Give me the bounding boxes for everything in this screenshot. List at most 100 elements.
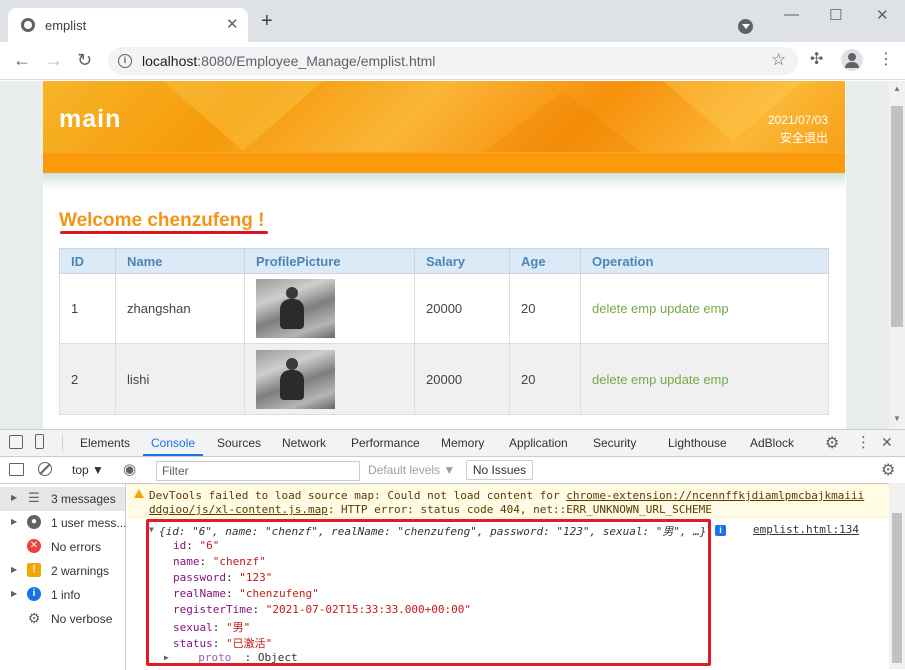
cell-name: lishi xyxy=(115,343,245,415)
browser-tab[interactable]: emplist ✕ xyxy=(8,8,248,42)
delete-emp-link[interactable]: delete emp xyxy=(592,372,656,387)
collapse-arrow-icon[interactable]: ▼ xyxy=(149,525,154,534)
close-devtools-icon[interactable]: ✕ xyxy=(881,434,893,451)
object-summary[interactable]: {id: "6", name: "chenzf", realName: "che… xyxy=(159,523,706,539)
welcome-underline-annotation xyxy=(60,231,268,234)
eye-icon[interactable]: ◉ xyxy=(123,460,136,478)
settings-gear-icon[interactable]: ⚙ xyxy=(825,433,839,453)
close-window-button[interactable]: ✕ xyxy=(876,6,889,24)
tab-network[interactable]: Network xyxy=(282,436,326,450)
cell-profile-picture xyxy=(244,343,415,415)
device-toolbar-icon[interactable] xyxy=(35,434,44,449)
page-scrollbar[interactable]: ▲ ▼ xyxy=(889,81,905,429)
object-property: registerTime: "2021-07-02T15:33:33.000+0… xyxy=(173,603,472,616)
object-proto[interactable]: __proto__: Object xyxy=(185,651,298,664)
delete-emp-link[interactable]: delete emp xyxy=(592,301,656,316)
sidebar-item-messages[interactable]: ▶ ☰ 3 messages xyxy=(0,487,125,511)
source-map-link[interactable]: ddgioo/js/xl-content.js.map xyxy=(149,503,328,516)
tab-strip: emplist ✕ + — ☐ ✕ xyxy=(0,0,905,42)
tab-console[interactable]: Console xyxy=(151,436,195,450)
tab-adblock[interactable]: AdBlock xyxy=(750,436,794,450)
bookmark-star-icon[interactable]: ☆ xyxy=(771,50,786,70)
warning-text: DevTools failed to load source map: Coul… xyxy=(149,489,567,502)
reload-icon[interactable]: ↻ xyxy=(77,50,92,70)
back-icon[interactable]: ← xyxy=(13,50,31,70)
profile-avatar-icon[interactable] xyxy=(841,49,863,71)
filter-input[interactable]: Filter xyxy=(156,461,360,481)
property-value: "6" xyxy=(199,539,220,552)
cell-salary: 20000 xyxy=(414,343,510,415)
tab-sources[interactable]: Sources xyxy=(217,436,261,450)
clear-console-icon[interactable] xyxy=(38,462,52,476)
issues-button[interactable]: No Issues xyxy=(466,460,533,480)
sidebar-item-warnings[interactable]: ▶ ! 2 warnings xyxy=(0,559,125,583)
url-path: :8080/Employee_Manage/emplist.html xyxy=(197,53,436,69)
url-text[interactable]: localhost:8080/Employee_Manage/emplist.h… xyxy=(142,53,435,69)
object-property: password: "123" xyxy=(173,571,273,584)
tab-search-icon[interactable] xyxy=(738,19,753,34)
devtools-tab-bar: Elements Console Sources Network Perform… xyxy=(0,430,905,457)
update-emp-link[interactable]: update emp xyxy=(660,372,729,387)
object-property: realName: "chenzufeng" xyxy=(173,587,319,600)
inspect-element-icon[interactable] xyxy=(9,435,23,449)
column-header-profile-picture: ProfilePicture xyxy=(244,248,415,274)
sidebar-item-label: No errors xyxy=(51,540,102,554)
column-header-salary: Salary xyxy=(414,248,510,274)
column-header-operation: Operation xyxy=(580,248,829,274)
info-icon[interactable]: i xyxy=(715,525,726,536)
address-bar[interactable]: i localhost:8080/Employee_Manage/emplist… xyxy=(108,47,798,75)
sidebar-item-label: 1 info xyxy=(51,588,81,602)
expand-arrow-icon[interactable]: ▶ xyxy=(11,589,17,598)
context-selector[interactable]: top ▼ xyxy=(72,463,104,477)
sidebar-item-user-messages[interactable]: ▶ ● 1 user mess... xyxy=(0,511,126,535)
close-tab-icon[interactable]: ✕ xyxy=(226,15,239,33)
sidebar-toggle-icon[interactable] xyxy=(9,463,24,476)
maximize-button[interactable]: ☐ xyxy=(829,6,842,24)
property-key: registerTime xyxy=(173,603,253,616)
tab-security[interactable]: Security xyxy=(593,436,636,450)
property-key: name xyxy=(173,555,200,568)
tab-performance[interactable]: Performance xyxy=(351,436,420,450)
page-scrollbar-thumb[interactable] xyxy=(891,106,903,327)
table-row: 1 zhangshan 20000 20 delete emp update e… xyxy=(59,273,829,344)
site-info-icon[interactable]: i xyxy=(118,54,132,68)
expand-arrow-icon[interactable]: ▶ xyxy=(164,653,169,662)
proto-value: : Object xyxy=(244,651,298,664)
tab-lighthouse[interactable]: Lighthouse xyxy=(668,436,727,450)
cell-age: 20 xyxy=(509,343,581,415)
property-value: "chenzf" xyxy=(212,555,266,568)
warning-line-2: ddgioo/js/xl-content.js.map: HTTP error:… xyxy=(149,503,712,516)
minimize-button[interactable]: — xyxy=(784,6,799,23)
logout-link[interactable]: 安全退出 xyxy=(780,129,828,146)
menu-kebab-icon[interactable]: ⋮ xyxy=(878,50,894,70)
expand-arrow-icon[interactable]: ▶ xyxy=(11,517,17,526)
more-options-icon[interactable]: ⋮ xyxy=(856,433,871,451)
tab-application[interactable]: Application xyxy=(509,436,568,450)
new-tab-button[interactable]: + xyxy=(261,11,273,31)
tab-memory[interactable]: Memory xyxy=(441,436,484,450)
console-settings-gear-icon[interactable]: ⚙ xyxy=(881,460,895,480)
expand-arrow-icon[interactable]: ▶ xyxy=(11,493,17,502)
tab-elements[interactable]: Elements xyxy=(80,436,130,450)
update-emp-link[interactable]: update emp xyxy=(660,301,729,316)
scroll-down-icon[interactable]: ▼ xyxy=(893,414,901,423)
sidebar-item-info[interactable]: ▶ i 1 info xyxy=(0,583,125,607)
column-header-age: Age xyxy=(509,248,581,274)
expand-arrow-icon[interactable]: ▶ xyxy=(11,565,17,574)
source-map-link[interactable]: chrome-extension://ncennffkjdiamlpmcbajk… xyxy=(566,489,864,502)
table-header-row: ID Name ProfilePicture Salary Age Operat… xyxy=(59,248,829,274)
console-toolbar: top ▼ ◉ Filter Default levels ▼ No Issue… xyxy=(0,457,905,484)
scroll-up-icon[interactable]: ▲ xyxy=(893,84,901,93)
forward-icon[interactable]: → xyxy=(45,50,63,70)
profile-picture-image xyxy=(256,279,335,338)
console-sidebar: ▶ ☰ 3 messages ▶ ● 1 user mess... ✕ No e… xyxy=(0,484,126,670)
source-link[interactable]: emplist.html:134 xyxy=(753,523,859,536)
sidebar-item-verbose[interactable]: ⚙ No verbose xyxy=(0,607,125,631)
extensions-puzzle-icon[interactable]: ✣ xyxy=(810,50,823,70)
sidebar-item-errors[interactable]: ✕ No errors xyxy=(0,535,125,559)
console-scrollbar-thumb[interactable] xyxy=(892,513,902,663)
console-scrollbar[interactable] xyxy=(889,483,905,669)
log-levels-dropdown[interactable]: Default levels ▼ xyxy=(368,463,455,477)
cell-operation: delete emp update emp xyxy=(580,343,829,415)
table-row: 2 lishi 20000 20 delete emp update emp xyxy=(59,343,829,415)
